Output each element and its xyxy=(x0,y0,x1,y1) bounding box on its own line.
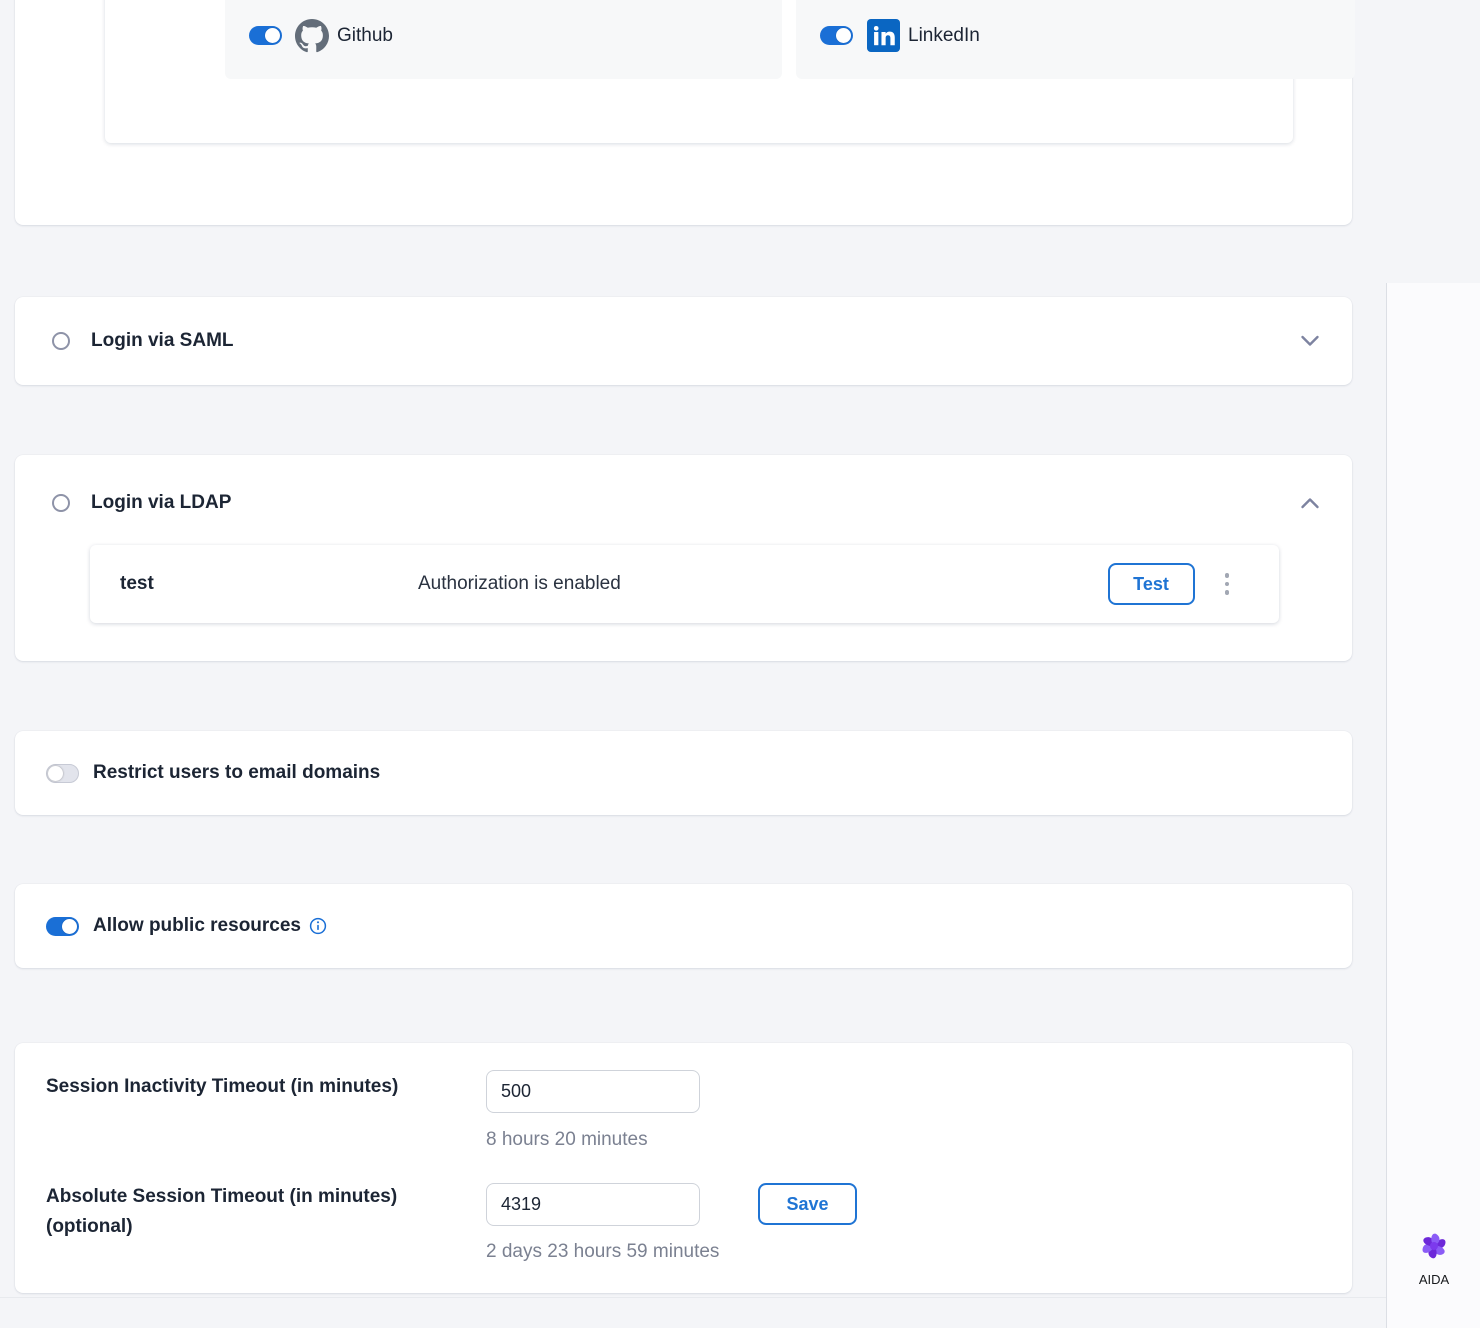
aida-branding[interactable]: AIDA xyxy=(1403,1227,1465,1287)
restrict-domains-section: Restrict users to email domains xyxy=(15,731,1352,815)
absolute-timeout-label-line1: Absolute Session Timeout (in minutes) xyxy=(46,1182,446,1212)
aida-flower-icon xyxy=(1415,1227,1453,1265)
github-toggle[interactable] xyxy=(249,26,282,45)
restrict-domains-toggle[interactable] xyxy=(46,764,79,783)
chevron-up-icon[interactable] xyxy=(1300,497,1320,509)
provider-label: Github xyxy=(337,25,393,47)
test-button[interactable]: Test xyxy=(1108,563,1195,605)
auth-settings-page: { "colors": { "accent_blue": "#1a6fd6", … xyxy=(0,0,1480,1328)
session-timeout-section: Session Inactivity Timeout (in minutes) … xyxy=(15,1043,1352,1293)
absolute-timeout-input[interactable] xyxy=(486,1183,700,1226)
linkedin-toggle[interactable] xyxy=(820,26,853,45)
public-resources-section: Allow public resources xyxy=(15,884,1352,968)
absolute-timeout-label: Absolute Session Timeout (in minutes) (o… xyxy=(46,1182,446,1242)
right-gutter xyxy=(1386,283,1480,1328)
restrict-domains-label: Restrict users to email domains xyxy=(93,762,380,784)
ldap-label: Login via LDAP xyxy=(91,492,231,514)
public-resources-label: Allow public resources xyxy=(93,915,301,937)
ldap-section: Login via LDAP test Authorization is ena… xyxy=(15,455,1352,661)
absolute-timeout-hint: 2 days 23 hours 59 minutes xyxy=(486,1239,719,1265)
provider-row-linkedin: LinkedIn xyxy=(796,0,1355,79)
inactivity-timeout-label: Session Inactivity Timeout (in minutes) xyxy=(46,1072,398,1102)
ldap-header: Login via LDAP xyxy=(15,455,1352,551)
absolute-timeout-label-optional: (optional) xyxy=(46,1212,446,1242)
kebab-menu-icon[interactable] xyxy=(1221,569,1234,599)
login-providers-card: Bitbucket Google Github xyxy=(15,0,1352,225)
provider-row-github: Github xyxy=(225,0,782,79)
github-icon xyxy=(295,19,329,53)
content-bottom-divider xyxy=(0,1297,1386,1298)
inactivity-timeout-input[interactable] xyxy=(486,1070,700,1113)
ldap-config-status: Authorization is enabled xyxy=(418,573,1108,595)
chevron-down-icon[interactable] xyxy=(1300,335,1320,347)
inactivity-timeout-hint: 8 hours 20 minutes xyxy=(486,1127,648,1153)
aida-label: AIDA xyxy=(1403,1272,1465,1287)
provider-label: LinkedIn xyxy=(908,25,980,47)
linkedin-icon xyxy=(866,19,900,53)
ldap-radio[interactable] xyxy=(52,494,70,512)
providers-grid: Bitbucket Google Github xyxy=(105,0,1293,143)
saml-label: Login via SAML xyxy=(91,330,234,352)
info-icon[interactable] xyxy=(309,917,327,935)
saml-section: Login via SAML xyxy=(15,297,1352,385)
saml-radio[interactable] xyxy=(52,332,70,350)
ldap-config-row: test Authorization is enabled Test xyxy=(90,545,1279,623)
ldap-config-name: test xyxy=(120,573,418,595)
public-resources-toggle[interactable] xyxy=(46,917,79,936)
save-button[interactable]: Save xyxy=(758,1183,857,1225)
